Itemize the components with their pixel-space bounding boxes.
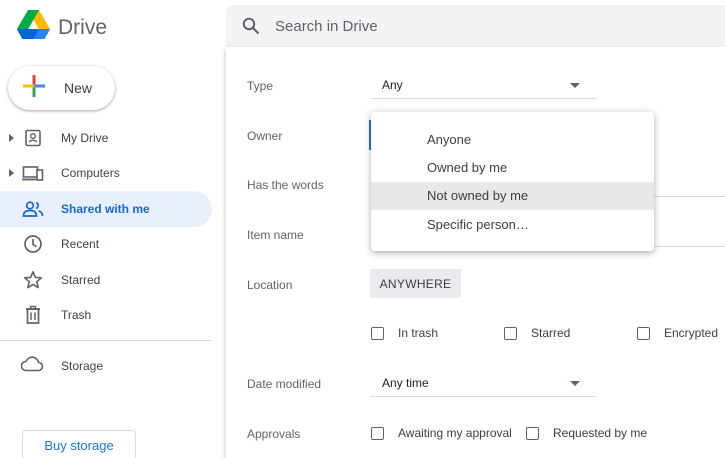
date-modified-value: Any time — [382, 376, 429, 390]
trash-icon — [22, 304, 44, 326]
app-name: Drive — [58, 15, 108, 39]
dropdown-arrow-icon — [570, 381, 580, 386]
shared-with-me-icon — [22, 198, 44, 220]
sidebar-item-storage[interactable]: Storage — [0, 348, 212, 384]
checkbox-box[interactable] — [371, 426, 384, 440]
my-drive-icon — [22, 127, 44, 149]
checkbox-label: Awaiting my approval — [398, 426, 512, 440]
starred-checkbox[interactable]: Starred — [504, 326, 570, 340]
sidebar-item-starred[interactable]: Starred — [0, 262, 212, 298]
checkbox-box[interactable] — [526, 426, 539, 440]
sidebar-divider — [0, 340, 211, 341]
expand-arrow-icon[interactable] — [9, 133, 14, 142]
checkbox-box[interactable] — [504, 326, 517, 340]
search-input[interactable] — [275, 15, 695, 37]
sidebar-nav: My Drive Computers Shared with me Recent… — [0, 120, 212, 333]
checkbox-label: Requested by me — [553, 426, 648, 440]
sidebar-item-label: Shared with me — [61, 201, 150, 216]
plus-icon — [22, 74, 46, 103]
drive-logo-icon — [17, 10, 50, 45]
sidebar-item-my-drive[interactable]: My Drive — [0, 120, 212, 156]
type-select-value: Any — [382, 78, 403, 92]
encrypted-checkbox[interactable]: Encrypted — [637, 326, 718, 340]
location-label: Location — [247, 278, 293, 292]
sidebar-item-label: My Drive — [61, 130, 109, 145]
computers-icon — [22, 162, 44, 184]
sidebar-item-shared-with-me[interactable]: Shared with me — [0, 191, 212, 227]
location-anywhere-button[interactable]: ANYWHERE — [370, 269, 461, 298]
date-modified-select[interactable]: Any time — [370, 369, 596, 397]
type-label: Type — [247, 79, 274, 93]
cloud-icon — [20, 355, 44, 377]
awaiting-approval-checkbox[interactable]: Awaiting my approval — [371, 426, 512, 440]
type-select[interactable]: Any — [370, 71, 596, 99]
search-icon[interactable] — [242, 17, 260, 40]
new-button[interactable]: New — [8, 66, 115, 110]
has-words-label: Has the words — [247, 178, 324, 192]
expand-arrow-icon[interactable] — [9, 169, 14, 178]
menu-item-owned-by-me[interactable]: Owned by me — [371, 153, 654, 181]
sidebar-item-label: Recent — [61, 237, 100, 252]
date-modified-label: Date modified — [247, 377, 322, 391]
sidebar-item-label: Computers — [61, 166, 120, 181]
owner-dropdown-menu: Anyone Owned by me Not owned by me Speci… — [371, 112, 654, 251]
search-bar — [226, 5, 725, 47]
requested-by-me-checkbox[interactable]: Requested by me — [526, 426, 647, 440]
dropdown-arrow-icon — [570, 83, 580, 88]
sidebar-item-label: Trash — [61, 308, 92, 323]
has-words-input[interactable] — [654, 170, 725, 197]
checkbox-label: In trash — [398, 326, 439, 340]
sidebar-item-trash[interactable]: Trash — [0, 298, 212, 334]
star-icon — [22, 269, 44, 291]
new-button-label: New — [64, 80, 93, 96]
in-trash-checkbox[interactable]: In trash — [371, 326, 438, 340]
sidebar-item-label: Starred — [61, 272, 101, 287]
storage-label: Storage — [61, 359, 104, 373]
checkbox-label: Encrypted — [664, 326, 719, 340]
sidebar-item-computers[interactable]: Computers — [0, 156, 212, 192]
drive-logo[interactable]: Drive — [17, 10, 107, 45]
item-name-input[interactable] — [654, 220, 725, 247]
owner-label: Owner — [247, 129, 283, 143]
clock-icon — [22, 233, 44, 255]
buy-storage-button[interactable]: Buy storage — [22, 430, 136, 458]
checkbox-label: Starred — [531, 326, 571, 340]
menu-item-anyone[interactable]: Anyone — [371, 125, 654, 153]
item-name-label: Item name — [247, 228, 304, 242]
menu-item-not-owned-by-me[interactable]: Not owned by me — [371, 181, 654, 210]
menu-item-specific-person[interactable]: Specific person… — [371, 210, 654, 238]
sidebar-item-recent[interactable]: Recent — [0, 227, 212, 263]
approvals-label: Approvals — [247, 427, 301, 441]
checkbox-box[interactable] — [371, 326, 384, 340]
checkbox-box[interactable] — [637, 326, 650, 340]
